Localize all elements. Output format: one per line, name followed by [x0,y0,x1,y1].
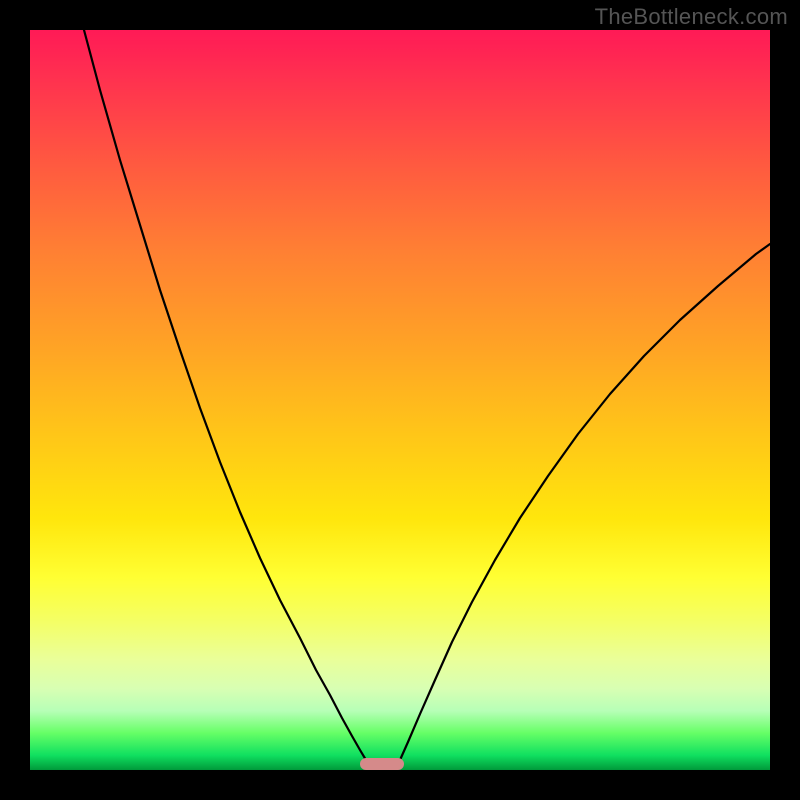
baseline-marker [360,758,404,770]
watermark-text: TheBottleneck.com [595,4,788,30]
chart-frame: TheBottleneck.com [0,0,800,800]
right-curve [400,244,770,760]
plot-area [30,30,770,770]
curve-layer [30,30,770,770]
left-curve [84,30,366,760]
